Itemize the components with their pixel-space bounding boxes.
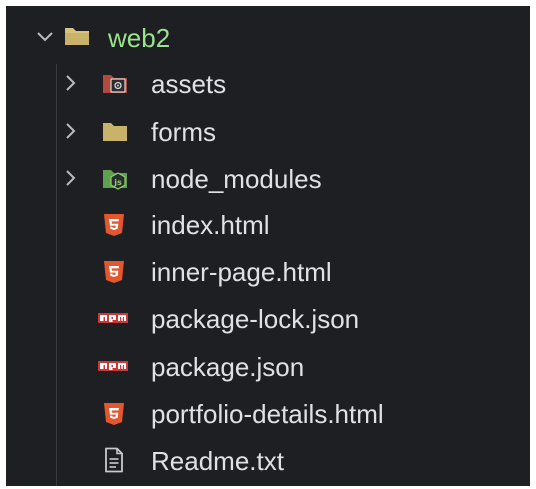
tree-item-label: Readme.txt [151,446,284,476]
tree-item-inner-page-html[interactable]: inner-page.html [6,248,530,295]
chevron-right-icon[interactable] [62,169,80,187]
folder-open-icon [63,24,89,48]
tree-item-label: assets [151,69,227,99]
tree-root-label: web2 [108,23,171,53]
tree-item-package-lock-json[interactable]: package-lock.json [6,295,530,342]
tree-item-label: forms [151,117,216,147]
chevron-down-icon[interactable] [36,28,54,46]
tree-item-label: package-lock.json [151,304,360,334]
svg-text:js: js [113,178,122,187]
text-file-icon [103,447,129,473]
tree-item-forms[interactable]: forms [6,107,530,154]
tree-item-label: index.html [151,210,270,240]
html5-icon [101,401,127,425]
tree-item-label: portfolio-details.html [151,399,384,429]
tree-item-label: package.json [151,352,305,382]
html5-icon [101,259,127,283]
chevron-right-icon[interactable] [62,122,80,140]
npm-icon [98,313,128,325]
file-explorer-panel: web2 assets forms js node_modules index.… [6,6,530,486]
tree-item-label: inner-page.html [151,257,332,287]
tree-item-assets[interactable]: assets [6,60,530,107]
tree-root-web2[interactable]: web2 [6,13,530,60]
folder-icon [101,119,127,143]
nodejs-folder-icon: js [101,166,127,190]
html5-icon [101,212,127,236]
chevron-right-icon[interactable] [62,74,80,92]
assets-folder-icon [101,71,127,95]
tree-item-index-html[interactable]: index.html [6,201,530,248]
tree-item-label: node_modules [151,164,322,194]
tree-item-readme-txt[interactable]: Readme.txt [6,436,530,483]
tree-item-portfolio-details-html[interactable]: portfolio-details.html [6,389,530,436]
tree-item-node-modules[interactable]: js node_modules [6,154,530,201]
npm-icon [98,361,128,373]
tree-item-package-json[interactable]: package.json [6,342,530,389]
